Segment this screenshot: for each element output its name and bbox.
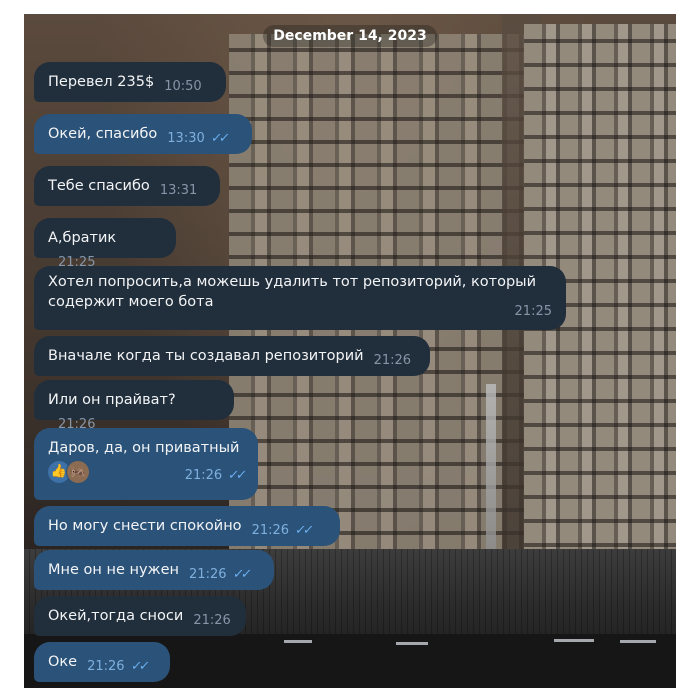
- message-bubble[interactable]: Окей,тогда сноси 21:26: [34, 596, 246, 636]
- message-text: Окей, спасибо: [48, 126, 158, 142]
- message-text: А,братик: [48, 230, 117, 246]
- message-text: Но могу снести спокойно: [48, 518, 242, 534]
- message-time: 21:26: [87, 659, 125, 674]
- date-divider: December 14, 2023: [24, 25, 676, 47]
- message-text: Оке: [48, 654, 78, 670]
- reactions[interactable]: 👍 🦗: [48, 458, 90, 486]
- message-bubble[interactable]: Тебе спасибо 13:31: [34, 166, 220, 206]
- read-check-icon: ✓✓: [227, 468, 246, 483]
- message-text: Тебе спасибо: [48, 178, 150, 194]
- message-time: 10:50: [164, 79, 202, 94]
- message-time: 21:26: [373, 353, 412, 368]
- message-bubble[interactable]: А,братик 21:25: [34, 218, 176, 270]
- message-time: 21:26: [184, 468, 223, 483]
- read-check-icon: ✓✓: [294, 523, 312, 538]
- message-time: 21:25: [514, 304, 552, 319]
- message-bubble[interactable]: Оке 21:26 ✓✓: [34, 642, 170, 682]
- message-text: содержит моего бота: [48, 294, 214, 310]
- message-time: 21:26: [193, 613, 231, 628]
- message-bubble[interactable]: Хотел попросить,а можешь удалить тот реп…: [34, 266, 566, 330]
- message-text: Даров, да, он приватный: [48, 440, 240, 456]
- message-text: Перевел 235$: [48, 74, 155, 90]
- message-time: 21:26: [189, 567, 227, 582]
- read-check-icon: ✓✓: [209, 131, 228, 146]
- cricket-reaction-icon[interactable]: 🦗: [66, 460, 90, 484]
- chat-panel[interactable]: December 14, 2023 Перевел 235$ 10:50 Окей…: [24, 14, 676, 688]
- read-check-icon: ✓✓: [231, 567, 250, 582]
- message-text: Или он прайват?: [48, 392, 176, 408]
- message-bubble[interactable]: Но могу снести спокойно 21:26 ✓✓: [34, 506, 340, 546]
- message-bubble[interactable]: Окей, спасибо 13:30 ✓✓: [34, 114, 252, 154]
- message-bubble[interactable]: Даров, да, он приватный 👍 🦗 21:26 ✓✓: [34, 428, 258, 500]
- message-text: Окей,тогда сноси: [48, 608, 184, 624]
- message-time: 13:30: [167, 131, 205, 146]
- read-check-icon: ✓✓: [129, 659, 148, 674]
- message-bubble[interactable]: Вначале когда ты создавал репозиторий 21:…: [34, 336, 430, 376]
- message-text: Вначале когда ты создавал репозиторий: [48, 348, 364, 364]
- message-bubble[interactable]: Перевел 235$ 10:50: [34, 62, 226, 102]
- message-bubble[interactable]: Мне он не нужен 21:26 ✓✓: [34, 550, 274, 590]
- message-time: 13:31: [159, 183, 198, 198]
- message-text: Мне он не нужен: [48, 562, 180, 578]
- message-bubble[interactable]: Или он прайват? 21:26: [34, 380, 234, 432]
- message-time: 21:26: [251, 523, 290, 538]
- message-text: Хотел попросить,а можешь удалить тот реп…: [48, 274, 537, 290]
